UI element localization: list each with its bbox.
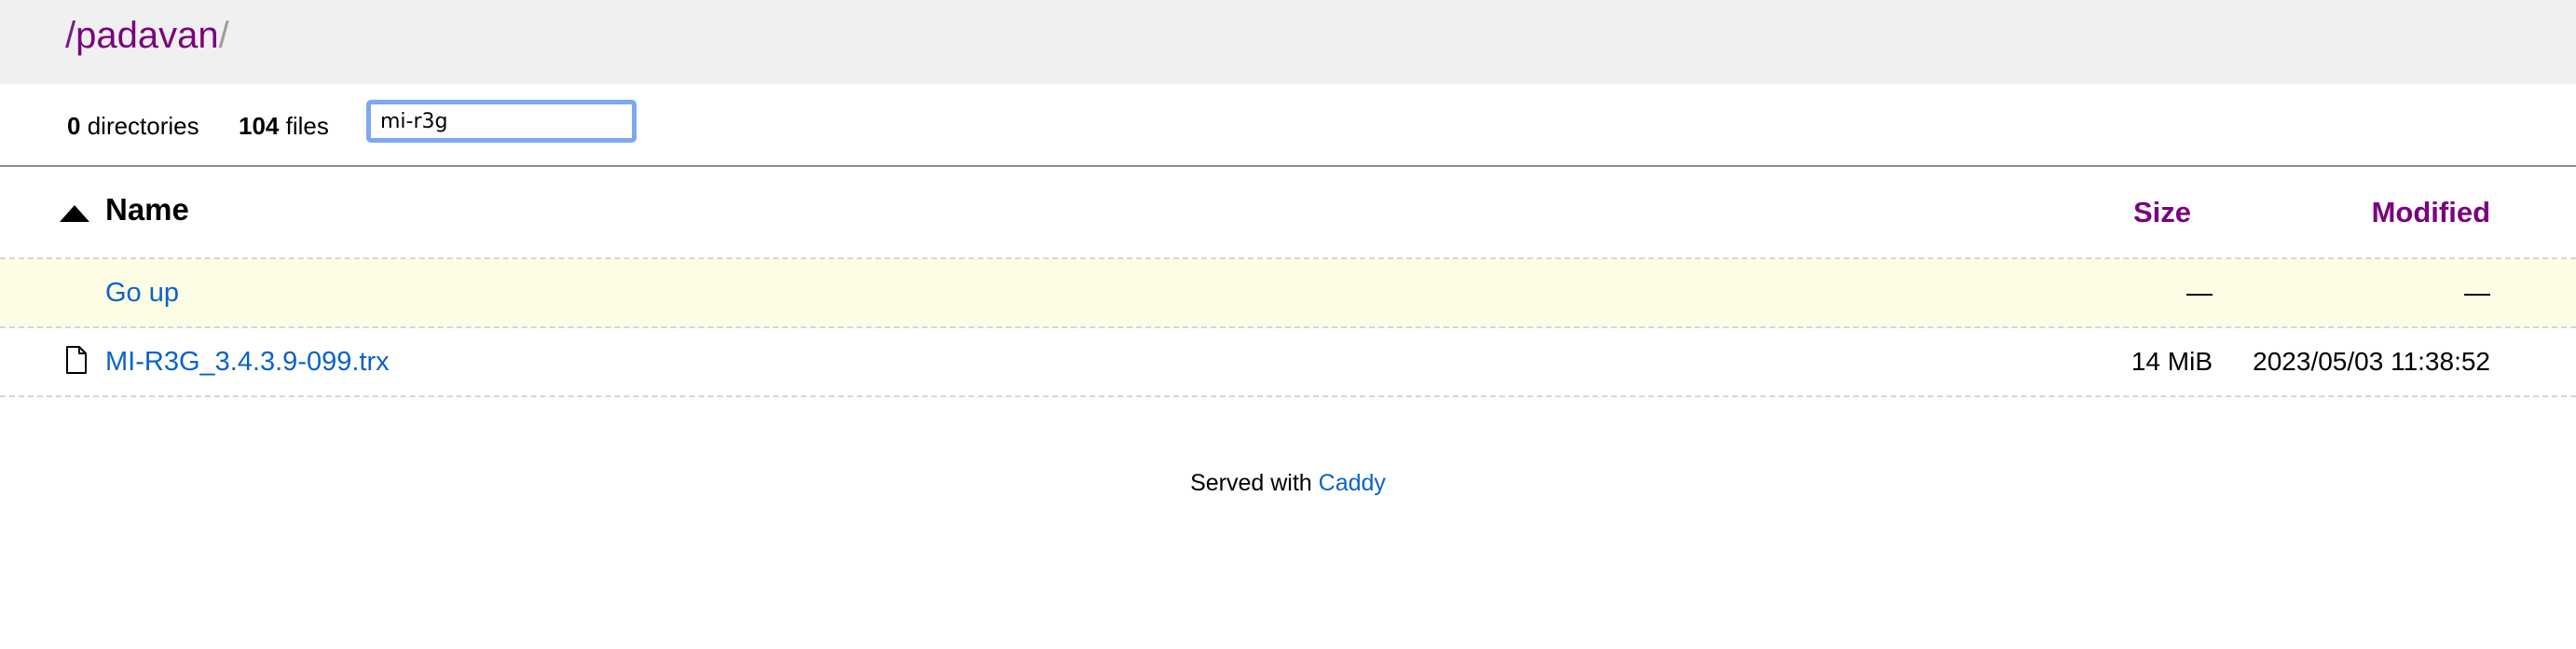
table-row[interactable]: MI-R3G_3.4.3.9-099.trx 14 MiB 2023/05/03… <box>0 328 2576 397</box>
column-header-size[interactable]: Size <box>2133 196 2191 229</box>
breadcrumb: /padavan/ <box>65 13 229 58</box>
page-header: /padavan/ <box>0 0 2576 84</box>
table-header: Name Size Modified <box>0 168 2576 259</box>
breadcrumb-root-link[interactable]: / <box>65 15 75 56</box>
summary-divider <box>0 165 2576 167</box>
sort-ascending-icon[interactable] <box>60 205 89 222</box>
filter-input[interactable] <box>366 100 637 143</box>
go-up-size: — <box>2186 278 2213 307</box>
listing-summary: 0 directories 104 files <box>67 97 2490 155</box>
breadcrumb-folder-link[interactable]: padavan <box>75 15 218 56</box>
column-header-name[interactable]: Name <box>105 192 189 228</box>
page-footer: Served with Caddy <box>0 470 2576 497</box>
footer-text: Served with <box>1190 470 1312 496</box>
caddy-link[interactable]: Caddy <box>1319 470 1386 496</box>
directory-count-label: directories <box>87 112 199 140</box>
file-count: 104 files <box>239 112 329 141</box>
go-up-link[interactable]: Go up <box>105 278 179 309</box>
column-header-modified[interactable]: Modified <box>2372 196 2490 229</box>
breadcrumb-separator: / <box>218 15 229 56</box>
table-row-go-up[interactable]: Go up — — <box>0 259 2576 328</box>
directory-count-value: 0 <box>67 112 81 140</box>
directory-count: 0 directories <box>67 112 199 141</box>
file-icon <box>66 346 87 374</box>
go-up-modified: — <box>2464 278 2490 307</box>
file-modified: 2023/05/03 11:38:52 <box>2253 347 2490 376</box>
file-size: 14 MiB <box>2131 347 2213 376</box>
file-count-value: 104 <box>239 112 280 140</box>
file-link[interactable]: MI-R3G_3.4.3.9-099.trx <box>105 347 390 378</box>
file-count-label: files <box>285 112 329 140</box>
